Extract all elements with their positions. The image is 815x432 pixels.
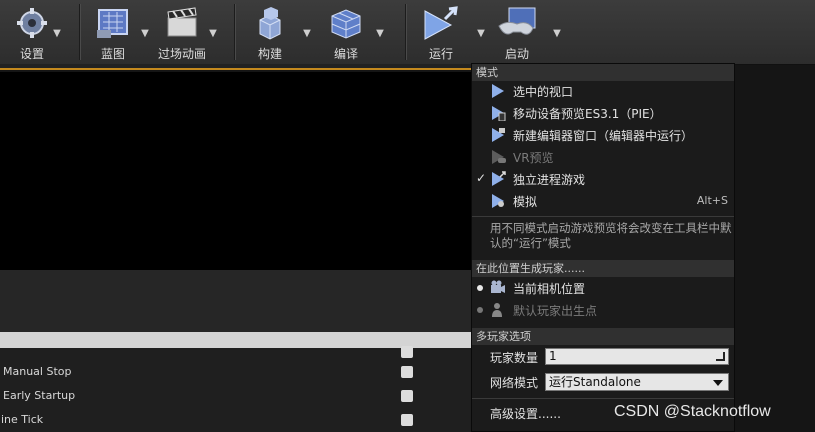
blueprint-icon [93, 4, 133, 41]
menu-item-label: 独立进程游戏 [513, 173, 586, 187]
watermark: CSDN @Stacknotflow [614, 403, 771, 420]
player-count-label: 玩家数量 [490, 351, 539, 365]
settings-label: 设置 [19, 47, 44, 61]
settings-button[interactable]: 设置 [12, 4, 52, 62]
menu-item-mobile-preview[interactable]: 移动设备预览ES3.1（PIE） [472, 102, 734, 124]
checkmark-icon: ✓ [476, 171, 487, 185]
menu-item-new-editor-window[interactable]: 新建编辑器窗口（编辑器中运行） [472, 124, 734, 146]
radio-selected-icon [477, 285, 483, 291]
shortcut-label: Alt+S [696, 194, 728, 207]
launch-dropdown-caret[interactable]: ▼ [550, 28, 564, 39]
blueprint-dropdown-caret[interactable]: ▼ [138, 28, 152, 39]
cinematics-button[interactable]: 过场动画 [158, 4, 206, 62]
menu-item-label: 默认玩家出生点 [513, 304, 598, 318]
menu-item-standalone-game[interactable]: ✓ 独立进程游戏 [472, 168, 734, 190]
play-dropdown-caret[interactable]: ▼ [474, 28, 488, 39]
toolbar-divider [405, 4, 406, 60]
compile-dropdown-caret[interactable]: ▼ [373, 28, 387, 39]
mode-section-header: 模式 [472, 64, 734, 81]
menu-item-label: 新建编辑器窗口（编辑器中运行） [513, 129, 694, 143]
details-panel: Manual Stop Early Startup gine Tick [0, 346, 472, 432]
main-toolbar: 设置 ▼ 蓝图 ▼ 过场动画 ▼ 构建 ▼ 编译 ▼ 运行 ▼ 启动 ▼ [0, 0, 815, 65]
menu-item-label: 选中的视口 [513, 85, 574, 99]
player-count-input[interactable]: 1 [545, 348, 729, 365]
details-checkbox[interactable] [401, 346, 413, 358]
player-count-value: 1 [549, 349, 557, 363]
menu-item-simulate[interactable]: 模拟 Alt+S [472, 190, 734, 212]
simulate-icon [492, 194, 504, 208]
radio-unselected-icon [477, 307, 483, 313]
launch-label: 启动 [504, 47, 529, 61]
menu-item-current-camera[interactable]: 当前相机位置 [472, 277, 734, 299]
menu-item-label: 高级设置...... [490, 407, 561, 421]
net-mode-value: 运行Standalone [549, 375, 641, 389]
new-window-icon [492, 128, 505, 142]
menu-divider [472, 398, 734, 399]
gear-icon [12, 4, 52, 41]
menu-item-label: 移动设备预览ES3.1（PIE） [513, 107, 662, 121]
content-panel [0, 270, 472, 332]
cinematics-dropdown-caret[interactable]: ▼ [206, 28, 220, 39]
details-checkbox[interactable] [401, 366, 413, 378]
details-row: Early Startup [0, 384, 472, 408]
menu-divider [472, 216, 734, 217]
menu-item-label: VR预览 [513, 151, 554, 165]
net-mode-label: 网络模式 [490, 376, 539, 390]
launch-console-icon [497, 4, 537, 41]
play-button[interactable]: 运行 [421, 4, 461, 62]
play-label: 运行 [428, 47, 453, 61]
blueprint-label: 蓝图 [100, 47, 125, 61]
spinner-icon[interactable] [716, 352, 725, 361]
chevron-down-icon [713, 380, 723, 386]
menu-item-label: 模拟 [513, 195, 538, 209]
menu-item-label: 当前相机位置 [513, 282, 586, 296]
spawn-section-header: 在此位置生成玩家...... [472, 260, 734, 277]
clapperboard-icon [162, 4, 202, 41]
details-row-label: Early Startup [3, 389, 76, 402]
toolbar-divider [79, 4, 80, 60]
build-dropdown-caret[interactable]: ▼ [300, 28, 314, 39]
details-row: gine Tick [0, 408, 472, 432]
cinematics-label: 过场动画 [158, 47, 207, 61]
play-icon [492, 84, 504, 98]
launch-button[interactable]: 启动 [497, 4, 537, 62]
menu-item-selected-viewport[interactable]: 选中的视口 [472, 80, 734, 102]
build-cubes-icon [250, 4, 290, 41]
compile-grid-icon [326, 4, 366, 41]
details-checkbox[interactable] [401, 414, 413, 426]
standalone-icon [492, 171, 506, 186]
player-start-icon [492, 303, 502, 317]
menu-item-default-player-start[interactable]: 默认玩家出生点 [472, 299, 734, 321]
vr-icon [492, 150, 506, 164]
details-row-label: Manual Stop [3, 365, 72, 378]
details-row-label: gine Tick [0, 413, 44, 426]
net-mode-select[interactable]: 运行Standalone [545, 373, 729, 391]
mobile-preview-icon [492, 106, 506, 121]
build-button[interactable]: 构建 [250, 4, 290, 62]
compile-button[interactable]: 编译 [326, 4, 366, 62]
viewport-header-strip [0, 64, 472, 70]
play-mode-menu: 模式 选中的视口 移动设备预览ES3.1（PIE） 新建编辑器窗口（编辑器中运行… [471, 63, 735, 432]
level-viewport[interactable] [0, 72, 472, 270]
camera-icon [491, 280, 505, 293]
standalone-play-icon [421, 4, 461, 41]
menu-item-vr-preview[interactable]: VR预览 [472, 146, 734, 168]
toolbar-divider [234, 4, 235, 60]
settings-dropdown-caret[interactable]: ▼ [50, 28, 64, 39]
details-checkbox[interactable] [401, 390, 413, 402]
multiplayer-section-header: 多玩家选项 [472, 328, 734, 345]
compile-label: 编译 [333, 47, 358, 61]
blueprint-button[interactable]: 蓝图 [93, 4, 133, 62]
mode-hint-text: 用不同模式启动游戏预览将会改变在工具栏中默认的“运行”模式 [490, 221, 732, 250]
details-row: Manual Stop [0, 360, 472, 384]
build-label: 构建 [257, 47, 282, 61]
